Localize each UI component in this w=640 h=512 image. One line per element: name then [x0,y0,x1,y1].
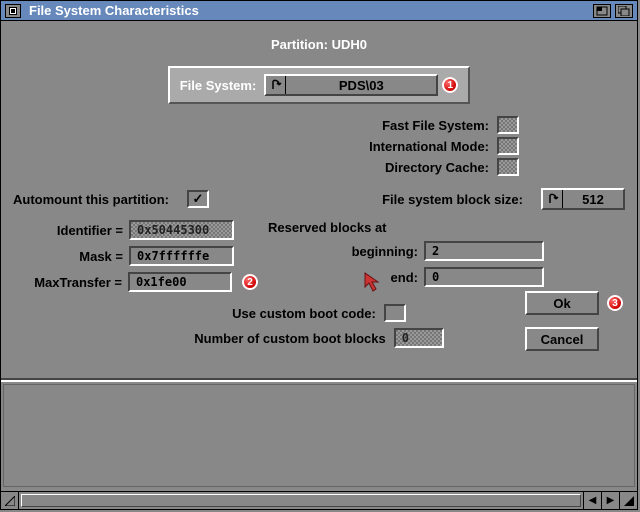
num-boot-blocks-row: Number of custom boot blocks 0 [194,328,443,348]
partition-name: UDH0 [332,37,367,52]
window-title: File System Characteristics [25,3,589,18]
end-row: end: 0 [268,267,625,287]
horizontal-scrollbar: ◀ ▶ [1,491,637,509]
dircache-checkbox[interactable] [497,158,519,176]
lower-panel [3,384,635,487]
check-icon: ✓ [193,191,204,207]
left-column: Identifier = 0x50445300 Mask = 0x7ffffff… [13,220,258,298]
flags-column: Fast File System: International Mode: Di… [119,116,519,176]
fast-fs-label: Fast File System: [382,118,489,133]
scroll-left-button[interactable]: ◀ [583,492,601,509]
filesystem-box: File System: PDS\03 1 [168,66,471,104]
cycle-arrow-icon [266,76,286,94]
close-gadget[interactable] [5,4,21,18]
scroll-thumb[interactable] [21,494,581,507]
partition-label-text: Partition: [271,37,328,52]
marker-1: 1 [442,77,458,93]
partition-label: Partition: UDH0 [13,37,625,52]
intl-checkbox[interactable] [497,137,519,155]
identifier-label: Identifier = [13,223,123,238]
fields-grid: Identifier = 0x50445300 Mask = 0x7ffffff… [13,220,625,298]
use-custom-boot-label: Use custom boot code: [232,306,376,321]
num-boot-blocks-label: Number of custom boot blocks [194,331,385,346]
filesystem-value: PDS\03 [286,78,436,93]
identifier-row: Identifier = 0x50445300 [13,220,258,240]
window: File System Characteristics Partition: U… [0,0,638,510]
button-column: Ok 3 Cancel [525,291,623,351]
titlebar: File System Characteristics [1,1,637,21]
blocksize-label: File system block size: [382,192,523,207]
blocksize-cycle[interactable]: 512 [541,188,625,210]
cancel-button[interactable]: Cancel [525,327,599,351]
end-input[interactable]: 0 [424,267,544,287]
marker-2: 2 [242,274,258,290]
arrow-right-icon: ▶ [607,495,615,506]
beginning-row: beginning: 2 [268,241,625,261]
divider [1,378,637,382]
depth-gadget[interactable] [615,4,633,18]
automount-label: Automount this partition: [13,192,169,207]
reserved-header-row: Reserved blocks at [268,220,625,235]
beginning-label: beginning: [268,244,418,259]
ok-button[interactable]: Ok [525,291,599,315]
scroll-right-button[interactable]: ▶ [601,492,619,509]
mask-label: Mask = [13,249,123,264]
size-gadget[interactable] [619,492,637,509]
end-label: end: [268,270,418,285]
dircache-label: Directory Cache: [385,160,489,175]
maxtransfer-input[interactable]: 0x1fe00 [128,272,232,292]
use-custom-boot-checkbox[interactable] [384,304,406,322]
arrow-left-icon: ◀ [589,495,597,506]
fast-fs-checkbox[interactable] [497,116,519,134]
mask-row: Mask = 0x7ffffffe [13,246,258,266]
blocksize-value: 512 [563,192,623,207]
intl-label: International Mode: [369,139,489,154]
scroll-track[interactable] [19,492,583,509]
fast-fs-row: Fast File System: [119,116,519,134]
automount-blocksize-row: Automount this partition: ✓ File system … [13,188,625,210]
dircache-row: Directory Cache: [119,158,519,176]
reserved-header: Reserved blocks at [268,220,387,235]
maxtransfer-row: MaxTransfer = 0x1fe00 2 [13,272,258,292]
beginning-input[interactable]: 2 [424,241,544,261]
filesystem-label: File System: [180,78,257,93]
num-boot-blocks-input: 0 [394,328,444,348]
automount-checkbox[interactable]: ✓ [187,190,209,208]
filesystem-cycle[interactable]: PDS\03 [264,74,438,96]
identifier-input: 0x50445300 [129,220,234,240]
right-column: Reserved blocks at beginning: 2 end: 0 [268,220,625,298]
title-gadgets [593,4,633,18]
use-custom-boot-row: Use custom boot code: [232,304,406,322]
mask-input[interactable]: 0x7ffffffe [129,246,234,266]
size-gadget-left[interactable] [1,492,19,509]
maxtransfer-label: MaxTransfer = [13,275,122,290]
marker-3: 3 [607,295,623,311]
zoom-gadget[interactable] [593,4,611,18]
intl-row: International Mode: [119,137,519,155]
filesystem-row: File System: PDS\03 1 [13,66,625,104]
cycle-arrow-icon [543,190,563,208]
